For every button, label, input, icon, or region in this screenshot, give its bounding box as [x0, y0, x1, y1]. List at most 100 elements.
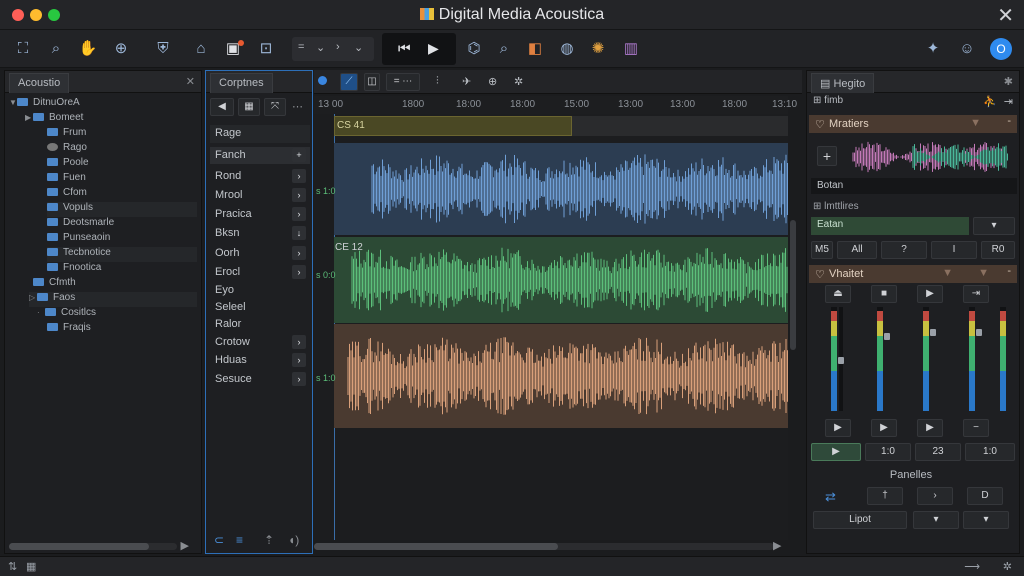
calendar-icon[interactable]: ▦ [26, 560, 36, 573]
export-icon[interactable]: ⇥ [1004, 95, 1013, 108]
shuffle-icon[interactable]: ⇄ [825, 489, 836, 505]
inspector-submenu[interactable]: ⊞ fimb [813, 95, 843, 106]
record-indicator-icon[interactable] [318, 76, 327, 85]
collapse-icon[interactable]: - [1007, 115, 1011, 127]
value-3[interactable]: 1:0 [965, 443, 1015, 461]
zoom-icon[interactable]: ⊕ [110, 38, 132, 60]
pencil-icon[interactable]: ⟋ [340, 73, 358, 91]
skip-button[interactable]: ⇥ [963, 285, 989, 303]
chevron-down-icon[interactable]: ▾ [973, 217, 1015, 235]
user-icon[interactable]: ⛹ [983, 95, 997, 108]
r0-button[interactable]: R0 [981, 241, 1015, 259]
chevron-right-icon[interactable]: › [292, 169, 306, 183]
add-icon[interactable]: + [817, 146, 837, 166]
tree-item[interactable]: Fraqis [47, 322, 91, 337]
scrollbar-thumb[interactable] [314, 543, 558, 550]
audio-track-3[interactable] [334, 324, 788, 428]
fader-knob[interactable] [838, 357, 844, 364]
category-item[interactable]: Pracica › [210, 206, 310, 223]
stop-button[interactable]: ■ [871, 285, 897, 303]
fader-knob[interactable] [930, 329, 936, 336]
timeline-ruler[interactable]: 13 00 1800 18:00 18:00 15:00 13:00 13:00… [314, 96, 797, 114]
route-button[interactable]: › [917, 487, 953, 505]
play-icon[interactable]: ▶ [773, 539, 781, 552]
play-active-button[interactable]: ▶ [811, 443, 861, 461]
category-item[interactable]: Erocl › [210, 264, 310, 281]
book-icon[interactable]: ▥ [620, 38, 642, 60]
filter-icon[interactable]: ▼ [942, 267, 953, 279]
library-icon[interactable]: ⌬ [463, 38, 485, 60]
tree-item[interactable]: Fnootica [47, 262, 101, 277]
pin-icon[interactable]: ✕ [186, 75, 195, 88]
chevron-right-icon[interactable]: › [292, 353, 306, 367]
vertical-scrollbar[interactable] [790, 220, 796, 350]
play-button[interactable]: ▶ [825, 419, 851, 437]
tree-item[interactable]: Vopuls [47, 202, 197, 217]
chevron-right-icon[interactable]: › [292, 265, 306, 279]
add-plugin-button[interactable]: † [867, 487, 903, 505]
category-item[interactable]: Bksn ↓ [210, 225, 310, 242]
fader-knob[interactable] [884, 333, 890, 340]
output-select[interactable]: Lipot [813, 511, 907, 529]
more-icon[interactable]: ⋯ [292, 100, 303, 113]
avatar[interactable]: O [990, 38, 1012, 60]
globe-icon[interactable]: ◍ [556, 38, 578, 60]
d-button[interactable]: D [967, 487, 1003, 505]
section-header-1[interactable]: ♡ Mratiers ▼ - [809, 115, 1017, 133]
category-item[interactable]: Ralor [210, 316, 310, 333]
close-icon[interactable]: ✕ [997, 3, 1014, 28]
value-1[interactable]: 1:0 [865, 443, 911, 461]
chevron-down-icon[interactable]: ▾ [913, 511, 959, 529]
category-item[interactable]: Oorh › [210, 245, 310, 262]
chevron-down-icon[interactable]: ↓ [292, 226, 306, 240]
export-icon[interactable]: ⊡ [255, 38, 277, 60]
help-button[interactable]: ? [881, 241, 927, 259]
category-item[interactable]: Rond › [210, 168, 310, 185]
tree-item[interactable]: Frum [47, 127, 86, 142]
region-marker[interactable]: CS 41 [334, 116, 572, 136]
list-icon[interactable]: ≡ [236, 533, 243, 547]
filter-icon[interactable]: ▼ [970, 117, 981, 129]
play-button[interactable]: ▶ [871, 419, 897, 437]
hand-icon[interactable]: ✋ [77, 38, 99, 60]
info-button[interactable]: I [931, 241, 977, 259]
add-icon[interactable]: + [292, 148, 306, 162]
audio-track-2[interactable] [334, 237, 788, 323]
chevron-right-icon[interactable]: › [292, 372, 306, 386]
category-item[interactable]: Hduas › [210, 352, 310, 369]
pin-icon[interactable]: ✱ [1004, 75, 1013, 88]
link-icon[interactable]: ⤧ [264, 98, 286, 116]
settings-icon[interactable]: ✺ [587, 38, 609, 60]
tree-item[interactable]: Punseaoin [47, 232, 110, 247]
search-icon[interactable]: ⌕ [493, 38, 515, 60]
search-icon[interactable]: ⌕ [45, 38, 67, 60]
tree-item[interactable]: ▶ Bomeet [25, 112, 83, 127]
play-button[interactable]: ▶ [917, 419, 943, 437]
play-button[interactable]: ▶ [917, 285, 943, 303]
snap-icon[interactable]: ◫ [364, 73, 380, 91]
tree-group[interactable]: Cfmth [33, 277, 76, 292]
category-item[interactable]: Seleel [210, 299, 310, 316]
category-item[interactable]: Mrool › [210, 187, 310, 204]
audio-track-1[interactable] [334, 143, 788, 235]
tree-item[interactable]: ▷ Faos [29, 292, 197, 307]
frame-icon[interactable]: ⛶ [12, 38, 34, 60]
grid-icon[interactable]: ▦ [238, 98, 260, 116]
tab-categories[interactable]: Corptnes [210, 73, 273, 93]
tag-icon[interactable]: ◧ [524, 38, 546, 60]
name-field[interactable]: Botan [811, 178, 1017, 194]
wand-icon[interactable]: ✦ [922, 38, 944, 60]
shield-icon[interactable]: ⛨ [152, 38, 174, 60]
chevron-right-icon[interactable]: › [292, 335, 306, 349]
tree-item[interactable]: Fuen [47, 172, 86, 187]
horizontal-scrollbar[interactable] [9, 543, 177, 550]
user-icon[interactable]: ☺ [956, 38, 978, 60]
minus-button[interactable]: − [963, 419, 989, 437]
play-button[interactable]: ▶ [428, 40, 439, 57]
record-icon[interactable]: ▣ [222, 38, 244, 60]
section-header-2[interactable]: ♡ Vhaitet ▼ ▼ - [809, 265, 1017, 283]
split-icon[interactable]: ⫶ [436, 75, 439, 88]
tree-item[interactable]: · Cositlcs [37, 307, 96, 322]
value-2[interactable]: 23 [915, 443, 961, 461]
audio-icon[interactable]: ◖) [288, 533, 299, 547]
